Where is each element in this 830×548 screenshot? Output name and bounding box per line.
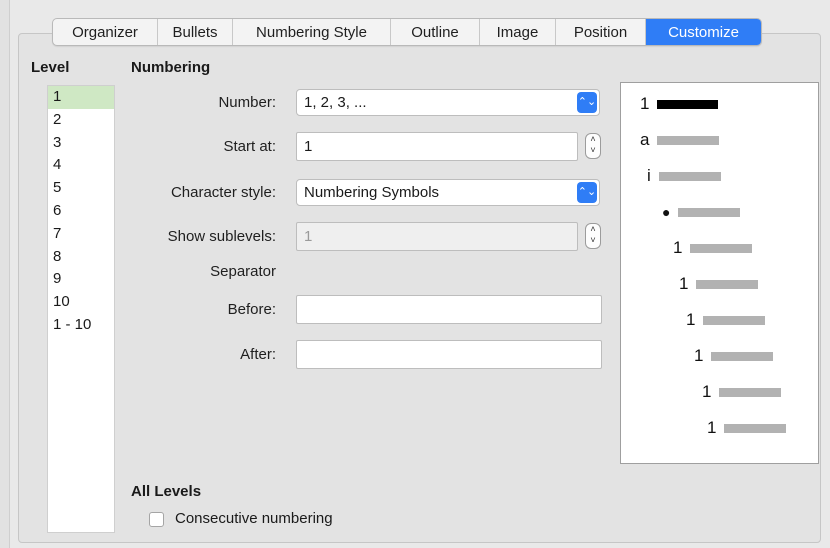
number-select[interactable]: 1, 2, 3, ... ⌃⌄ (296, 89, 600, 116)
preview-glyph: 1 (679, 274, 689, 293)
chevron-updown-icon[interactable]: ⌃⌄ (577, 92, 597, 113)
preview-row: 1 (707, 418, 787, 438)
preview-line (658, 171, 721, 181)
preview-row: 1 (640, 94, 719, 114)
after-input[interactable] (296, 340, 602, 369)
character-style-select[interactable]: Numbering Symbols ⌃⌄ (296, 179, 600, 206)
numbering-heading: Numbering (131, 59, 211, 76)
level-item[interactable]: 4 (48, 154, 114, 177)
character-style-value: Numbering Symbols (304, 184, 440, 201)
level-item[interactable]: 7 (48, 223, 114, 246)
tab-outline[interactable]: Outline (391, 19, 480, 45)
all-levels-heading: All Levels (131, 483, 202, 500)
after-label: After: (240, 346, 276, 363)
level-item[interactable]: 1 - 10 (48, 314, 114, 337)
preview-line (711, 351, 774, 361)
show-sublevels-label: Show sublevels: (167, 228, 276, 245)
preview-line (690, 243, 753, 253)
preview-line (724, 423, 787, 433)
preview-row: 1 (686, 310, 766, 330)
level-item[interactable]: 2 (48, 109, 114, 132)
preview-row: i (647, 166, 721, 186)
window-edge (0, 0, 10, 548)
preview-line (657, 135, 720, 145)
numbering-preview: 1 a i ● 1 1 1 1 1 1 (620, 82, 819, 464)
level-item[interactable]: 5 (48, 177, 114, 200)
preview-row: 1 (679, 274, 759, 294)
tab-position[interactable]: Position (556, 19, 646, 45)
level-item[interactable]: 8 (48, 246, 114, 269)
preview-row: a (640, 130, 720, 150)
tab-image[interactable]: Image (480, 19, 556, 45)
before-label: Before: (227, 301, 276, 318)
level-item[interactable]: 3 (48, 132, 114, 155)
level-list[interactable]: 1 2 3 4 5 6 7 8 9 10 1 - 10 (47, 85, 115, 533)
tab-organizer[interactable]: Organizer (53, 19, 158, 45)
preview-glyph: 1 (686, 310, 696, 329)
preview-line (703, 315, 766, 325)
before-input[interactable] (296, 295, 602, 324)
separator-label: Separator (210, 263, 276, 280)
character-style-label: Character style: (170, 184, 276, 201)
show-sublevels-input[interactable]: 1 (296, 222, 578, 251)
preview-row: 1 (702, 382, 782, 402)
preview-line (657, 99, 719, 109)
preview-row: 1 (673, 238, 753, 258)
tab-bar: Organizer Bullets Numbering Style Outlin… (52, 18, 762, 46)
level-item[interactable]: 1 (48, 86, 114, 109)
start-at-input[interactable]: 1 (296, 132, 578, 161)
start-at-label: Start at: (223, 138, 276, 155)
consecutive-numbering-checkbox[interactable] (149, 512, 164, 527)
number-label: Number: (218, 94, 276, 111)
preview-line (719, 387, 782, 397)
tab-bullets[interactable]: Bullets (158, 19, 233, 45)
preview-row: ● (662, 202, 741, 222)
level-item[interactable]: 6 (48, 200, 114, 223)
tab-numbering-style[interactable]: Numbering Style (233, 19, 391, 45)
preview-line (696, 279, 759, 289)
preview-glyph: 1 (702, 382, 712, 401)
level-item[interactable]: 9 (48, 268, 114, 291)
consecutive-numbering-label[interactable]: Consecutive numbering (175, 510, 333, 527)
tab-customize[interactable]: Customize (646, 19, 761, 45)
preview-glyph: ● (662, 204, 671, 220)
preview-glyph: 1 (694, 346, 704, 365)
preview-glyph: 1 (640, 94, 650, 113)
number-select-value: 1, 2, 3, ... (304, 94, 367, 111)
preview-glyph: 1 (673, 238, 683, 257)
start-at-stepper[interactable]: ˄ ˅ (585, 133, 601, 159)
preview-glyph: 1 (707, 418, 717, 437)
level-item[interactable]: 10 (48, 291, 114, 314)
preview-line (678, 207, 741, 217)
preview-glyph: a (640, 130, 650, 149)
preview-glyph: i (647, 166, 651, 185)
preview-row: 1 (694, 346, 774, 366)
level-heading: Level (31, 59, 70, 76)
chevron-updown-icon[interactable]: ⌃⌄ (577, 182, 597, 203)
show-sublevels-stepper[interactable]: ˄ ˅ (585, 223, 601, 249)
